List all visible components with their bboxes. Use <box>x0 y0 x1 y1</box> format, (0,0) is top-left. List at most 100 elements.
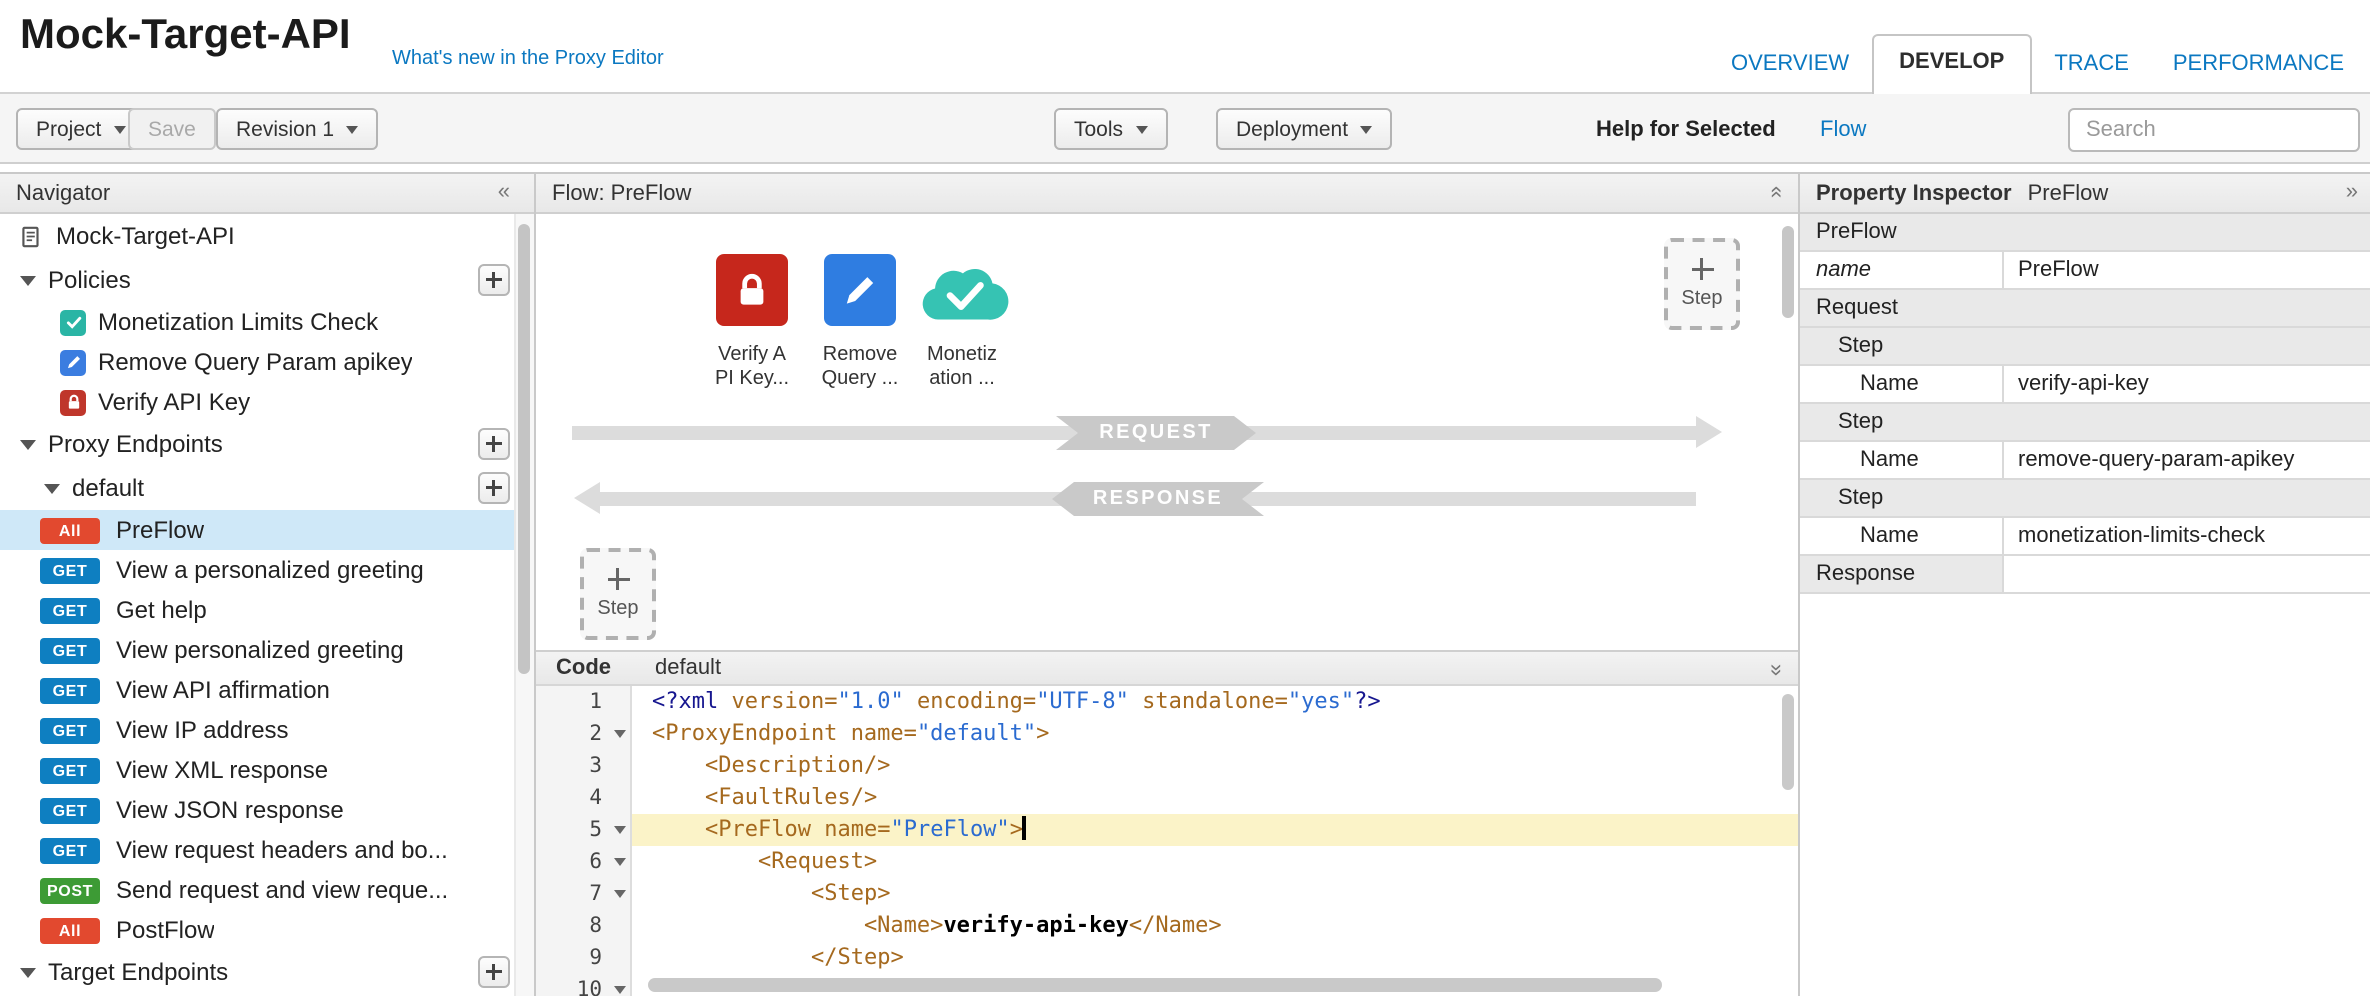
code-hscrollbar-thumb[interactable] <box>648 978 1662 992</box>
add-policy-button[interactable] <box>478 264 510 296</box>
fold-arrow-icon[interactable] <box>614 986 626 994</box>
center-panel: Flow: PreFlow » Verify API Key...RemoveQ… <box>536 174 1798 996</box>
code-line-4[interactable]: 4 <FaultRules/> <box>536 782 1798 814</box>
add-proxy-endpoint-button[interactable] <box>478 428 510 460</box>
flow-row-preflow[interactable]: AllPreFlow <box>0 510 534 550</box>
flow-row-view-request-headers-and-bo[interactable]: GETView request headers and bo... <box>0 830 534 870</box>
code-line-2[interactable]: 2<ProxyEndpoint name="default"> <box>536 718 1798 750</box>
flow-scrollbar-thumb[interactable] <box>1782 226 1794 318</box>
code-text: </Step> <box>632 942 1798 974</box>
property-value[interactable]: remove-query-param-apikey <box>2004 442 2370 478</box>
search-input[interactable] <box>2068 108 2360 152</box>
tab-develop[interactable]: DEVELOP <box>1871 34 2032 94</box>
code-panel: Code default » 1<?xml version="1.0" enco… <box>536 650 1798 996</box>
code-line-5[interactable]: 5 <PreFlow name="PreFlow"> <box>536 814 1798 846</box>
flow-step-verify-a-pi-key[interactable]: Verify API Key... <box>704 254 800 392</box>
navigator-scrollbar <box>514 214 534 996</box>
inspector-row-response: Response <box>1800 556 2370 594</box>
property-value[interactable] <box>2004 556 2370 592</box>
collapse-left-icon[interactable]: « <box>498 180 510 204</box>
add-step-button-request[interactable]: Step <box>1664 238 1740 330</box>
request-banner: REQUEST <box>1056 416 1256 450</box>
method-badge: GET <box>40 797 100 823</box>
inspector-row-name: Nameremove-query-param-apikey <box>1800 442 2370 480</box>
code-line-7[interactable]: 7 <Step> <box>536 878 1798 910</box>
flow-row-view-api-affirmation[interactable]: GETView API affirmation <box>0 670 534 710</box>
tools-button-label: Tools <box>1074 117 1123 141</box>
save-button[interactable]: Save <box>128 108 216 150</box>
policy-item-remove-query-param-apikey[interactable]: Remove Query Param apikey <box>0 342 534 382</box>
project-button[interactable]: Project <box>16 108 145 150</box>
nav-root-label: Mock-Target-API <box>56 222 235 250</box>
code-text: <PreFlow name="PreFlow"> <box>632 814 1798 846</box>
tab-trace[interactable]: TRACE <box>2032 36 2151 94</box>
line-number: 5 <box>536 814 632 846</box>
code-line-3[interactable]: 3 <Description/> <box>536 750 1798 782</box>
code-file-name: default <box>655 656 721 680</box>
method-badge: GET <box>40 557 100 583</box>
add-step-button-response[interactable]: Step <box>580 548 656 640</box>
code-line-8[interactable]: 8 <Name>verify-api-key</Name> <box>536 910 1798 942</box>
header-tabs: OVERVIEWDEVELOPTRACEPERFORMANCE <box>1709 34 2366 94</box>
tools-button[interactable]: Tools <box>1054 108 1167 150</box>
flow-canvas[interactable]: Verify API Key...RemoveQuery ...Monetiza… <box>536 214 1798 650</box>
property-label: name <box>1800 252 2004 288</box>
collapse-up-icon[interactable]: » <box>1764 186 1788 198</box>
collapse-down-icon[interactable]: » <box>1764 664 1788 676</box>
flow-label: PostFlow <box>116 916 215 944</box>
flow-row-view-xml-response[interactable]: GETView XML response <box>0 750 534 790</box>
fold-arrow-icon[interactable] <box>614 730 626 738</box>
code-line-6[interactable]: 6 <Request> <box>536 846 1798 878</box>
code-editor[interactable]: 1<?xml version="1.0" encoding="UTF-8" st… <box>536 686 1798 996</box>
collapse-right-icon[interactable]: » <box>2346 180 2358 204</box>
property-label: Name <box>1800 518 2004 554</box>
property-value[interactable]: verify-api-key <box>2004 366 2370 402</box>
policy-item-monetization-limits-check[interactable]: Monetization Limits Check <box>0 302 534 342</box>
revision-button[interactable]: Revision 1 <box>216 108 378 150</box>
tab-overview[interactable]: OVERVIEW <box>1709 36 1871 94</box>
flow-row-postflow[interactable]: All PostFlow <box>0 910 534 950</box>
nav-section-policies[interactable]: Policies <box>0 258 534 302</box>
step-node-label: RemoveQuery ... <box>812 344 908 392</box>
code-vscrollbar-thumb[interactable] <box>1782 694 1794 790</box>
flow-row-get-help[interactable]: GETGet help <box>0 590 534 630</box>
nav-section-proxy-endpoints[interactable]: Proxy Endpoints <box>0 422 534 466</box>
flow-step-remove-query[interactable]: RemoveQuery ... <box>812 254 908 392</box>
help-flow-link[interactable]: Flow <box>1820 118 1866 142</box>
add-flow-button[interactable] <box>478 472 510 504</box>
policy-label: Monetization Limits Check <box>98 308 378 336</box>
navigator-scrollbar-thumb[interactable] <box>518 224 530 674</box>
fold-arrow-icon[interactable] <box>614 890 626 898</box>
fold-arrow-icon[interactable] <box>614 858 626 866</box>
flow-step-monetiz-ation[interactable]: Monetization ... <box>914 254 1010 392</box>
target-endpoints-section-label: Target Endpoints <box>48 958 228 986</box>
toolbar: Project Save Revision 1 Tools Deployment… <box>0 94 2370 164</box>
code-line-1[interactable]: 1<?xml version="1.0" encoding="UTF-8" st… <box>536 686 1798 718</box>
flow-row-view-personalized-greeting[interactable]: GETView personalized greeting <box>0 630 534 670</box>
method-badge: All <box>40 917 100 943</box>
property-value[interactable]: PreFlow <box>2004 252 2370 288</box>
property-value[interactable]: monetization-limits-check <box>2004 518 2370 554</box>
revision-button-label: Revision 1 <box>236 117 334 141</box>
caret-down-icon <box>113 125 125 133</box>
fold-arrow-icon[interactable] <box>614 826 626 834</box>
code-panel-title: Code <box>556 656 611 680</box>
nav-root-item[interactable]: Mock-Target-API <box>0 214 534 258</box>
flow-row-send-request-and-view-reque[interactable]: POSTSend request and view reque... <box>0 870 534 910</box>
tab-performance[interactable]: PERFORMANCE <box>2151 36 2366 94</box>
flow-row-view-ip-address[interactable]: GETView IP address <box>0 710 534 750</box>
policy-item-verify-api-key[interactable]: Verify API Key <box>0 382 534 422</box>
nav-section-default[interactable]: default <box>0 466 534 510</box>
whats-new-link[interactable]: What's new in the Proxy Editor <box>392 48 664 70</box>
nav-section-target-endpoints[interactable]: Target Endpoints <box>0 950 534 994</box>
response-banner: RESPONSE <box>1052 482 1264 516</box>
deployment-button[interactable]: Deployment <box>1216 108 1392 150</box>
save-button-label: Save <box>148 117 196 141</box>
method-badge: POST <box>40 877 100 903</box>
page-title: Mock-Target-API <box>20 12 351 60</box>
plus-icon <box>607 568 629 590</box>
flow-row-view-a-personalized-greeting[interactable]: GETView a personalized greeting <box>0 550 534 590</box>
flow-row-view-json-response[interactable]: GETView JSON response <box>0 790 534 830</box>
code-line-9[interactable]: 9 </Step> <box>536 942 1798 974</box>
add-target-endpoint-button[interactable] <box>478 956 510 988</box>
